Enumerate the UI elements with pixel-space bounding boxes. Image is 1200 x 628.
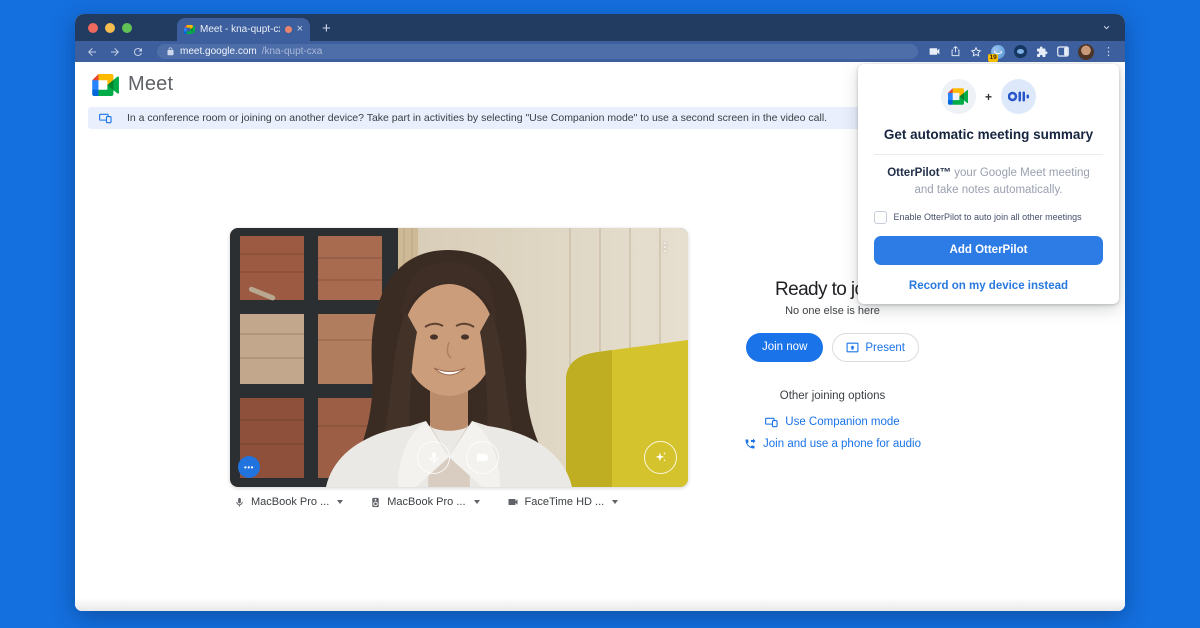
caret-down-icon [337,500,343,504]
browser-window: Meet - kna-qupt-cxa × + meet.google.com/… [75,14,1125,611]
join-phone-audio-link[interactable]: Join and use a phone for audio [744,438,921,450]
companion-device-icon [99,113,112,124]
close-window-button[interactable] [88,23,98,33]
microphone-select[interactable]: MacBook Pro ... [234,496,343,508]
meet-header: Meet [92,73,173,96]
bookmark-star-icon[interactable] [970,46,982,58]
meet-logo-circle [941,79,976,114]
microphone-label: MacBook Pro ... [251,496,329,508]
visual-effects-button[interactable] [644,441,677,474]
app-name: Meet [128,73,173,96]
present-to-all-icon [846,341,859,354]
otter-logo-circle [1001,79,1036,114]
browser-toolbar: meet.google.com/kna-qupt-cxa 19 ⋮ [75,41,1125,62]
record-on-device-link[interactable]: Record on my device instead [909,280,1068,292]
auto-join-checkbox[interactable] [874,211,887,224]
extension-badge: 19 [988,54,998,62]
meet-logo-icon [948,88,968,105]
camera-select[interactable]: FaceTime HD ... [507,496,619,508]
videocam-icon [507,496,519,508]
add-otterpilot-button[interactable]: Add OtterPilot [874,236,1103,265]
tab-close-icon[interactable]: × [297,24,303,35]
otter-floating-widget[interactable]: ••• [238,456,260,478]
videocam-icon [475,450,490,465]
extensions-puzzle-icon[interactable] [1036,46,1048,58]
meet-favicon-icon [184,25,195,34]
self-video-preview: ⋮ ••• [230,228,688,487]
chrome-menu-icon[interactable]: ⋮ [1103,46,1114,57]
divider [874,154,1103,155]
extension-icon-secondary[interactable] [1014,45,1027,58]
share-icon[interactable] [950,46,961,57]
popup-logo-row: + [941,79,1036,114]
no-one-here-status: No one else is here [785,305,880,317]
media-recording-indicator-icon [285,26,292,33]
url-host: meet.google.com [180,46,257,57]
mute-microphone-button[interactable] [417,441,450,474]
join-panel: No one else is here Join now Present Oth… [715,305,950,450]
use-companion-mode-link[interactable]: Use Companion mode [765,416,899,428]
caret-down-icon [612,500,618,504]
camera-preview-image [230,228,688,487]
speaker-select[interactable]: MacBook Pro ... [370,496,479,508]
banner-text: In a conference room or joining on anoth… [127,112,827,124]
tab-bar: Meet - kna-qupt-cxa × + [75,14,1125,41]
auto-join-label: Enable OtterPilot to auto join all other… [894,212,1082,222]
otter-wave-glyph [994,50,1002,54]
back-icon[interactable] [86,46,98,58]
forward-icon[interactable] [109,46,121,58]
companion-device-icon [765,417,778,428]
profile-avatar[interactable] [1078,44,1094,60]
present-label: Present [865,342,905,354]
zoom-window-button[interactable] [122,23,132,33]
video-options-menu-icon[interactable]: ⋮ [659,241,671,253]
side-panel-icon[interactable] [1057,46,1069,57]
other-options-label: Other joining options [780,390,885,402]
otter-logo-icon [1008,90,1030,103]
auto-join-option: Enable OtterPilot to auto join all other… [874,211,1104,224]
minimize-window-button[interactable] [105,23,115,33]
speaker-label: MacBook Pro ... [387,496,465,508]
new-tab-button[interactable]: + [322,21,331,36]
tab-title: Meet - kna-qupt-cxa [200,24,280,35]
sparkle-icon [653,450,668,465]
otter-extension-icon[interactable]: 19 [991,45,1005,59]
speaker-icon [370,497,381,508]
camera-label: FaceTime HD ... [525,496,605,508]
address-bar[interactable]: meet.google.com/kna-qupt-cxa [157,44,918,59]
meet-page: Meet In a conference room or joining on … [75,62,1125,611]
popup-heading: Get automatic meeting summary [884,127,1093,142]
turn-off-camera-button[interactable] [466,441,499,474]
lock-icon [166,47,175,56]
microphone-icon [234,497,245,508]
plus-separator: + [985,90,992,104]
join-now-button[interactable]: Join now [746,333,823,362]
browser-tab-meet[interactable]: Meet - kna-qupt-cxa × [177,18,310,41]
phone-forwarded-icon [744,438,756,450]
url-path: /kna-qupt-cxa [262,46,323,57]
meet-logo-icon [92,74,119,96]
tab-search-chevron-icon[interactable] [1101,22,1112,33]
device-selector-row: MacBook Pro ... MacBook Pro ... FaceTime… [234,496,618,508]
otterpilot-brand: OtterPilot™ [887,167,951,179]
companion-link-label: Use Companion mode [785,416,899,428]
present-button[interactable]: Present [832,333,919,362]
reload-icon[interactable] [132,46,144,58]
traffic-lights [88,23,132,33]
phone-link-label: Join and use a phone for audio [763,438,921,450]
popup-body: OtterPilot™ your Google Meet meeting and… [879,165,1099,200]
camera-in-use-icon[interactable] [928,45,941,58]
bottom-shade [75,598,1125,611]
otterpilot-popup: + Get automatic meeting summary OtterPil… [858,64,1119,304]
caret-down-icon [474,500,480,504]
microphone-icon [427,451,441,465]
